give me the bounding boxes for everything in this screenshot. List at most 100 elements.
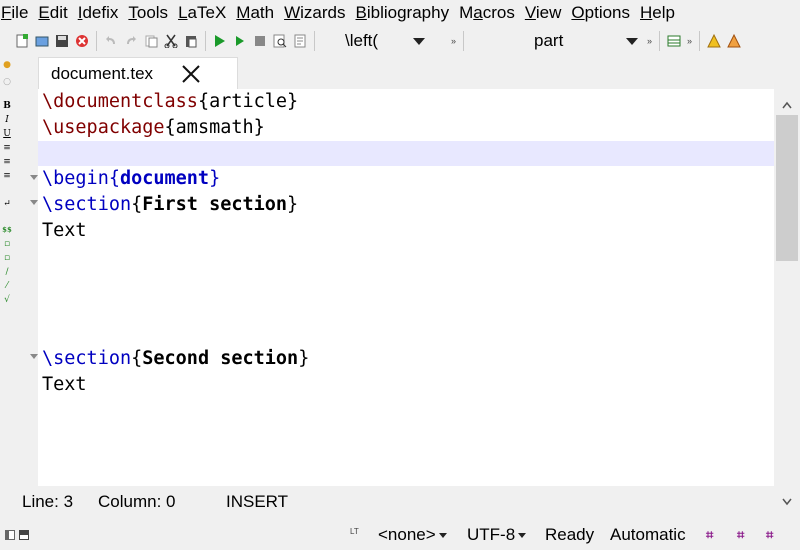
toggle-messages-icon[interactable] (18, 526, 30, 546)
dfrac-icon[interactable]: ⁄ (2, 281, 12, 291)
undo-icon[interactable] (103, 33, 119, 49)
toggle-structure-icon[interactable] (4, 526, 16, 546)
align-left-icon[interactable]: ≡ (2, 143, 12, 153)
bookmark-icon[interactable]: ⌗ (706, 527, 713, 543)
code-token: \usepackage (42, 116, 165, 138)
close-icon[interactable] (181, 64, 201, 84)
code-line[interactable]: Text (42, 218, 87, 243)
scroll-up-icon[interactable] (782, 96, 792, 109)
menu-tools[interactable]: Tools (123, 0, 173, 26)
copy-icon[interactable] (143, 33, 159, 49)
code-token: { (131, 348, 143, 369)
code-line[interactable]: \usepackage{amsmath} (42, 115, 265, 140)
code-token: {amsmath} (164, 116, 265, 138)
build-and-view-icon[interactable] (212, 33, 228, 49)
stop-icon[interactable] (252, 33, 268, 49)
bookmark-icon[interactable]: ⌗ (766, 527, 773, 543)
menu-options[interactable]: Options (566, 0, 635, 26)
close-file-icon[interactable] (74, 33, 90, 49)
structure-icon[interactable]: ● (2, 60, 12, 70)
encoding-selector[interactable]: UTF-8 (467, 525, 527, 545)
toolbar-separator (205, 31, 206, 51)
spell-language[interactable]: <none> (378, 525, 447, 545)
paste-icon[interactable] (183, 33, 199, 49)
tab-bar: document.tex (14, 55, 800, 89)
vertical-scrollbar[interactable] (774, 89, 800, 509)
fold-toggle-icon[interactable] (30, 200, 38, 205)
error-icon[interactable] (726, 33, 742, 49)
line-number: Line: 3 (22, 492, 74, 511)
menu-latex[interactable]: LaTeX (173, 0, 231, 26)
more-tools-icon[interactable]: » (451, 36, 456, 46)
structure-value: part (534, 31, 564, 50)
menu-wizards[interactable]: Wizards (279, 0, 350, 26)
more-tools-icon[interactable]: » (647, 36, 652, 46)
code-editor[interactable]: \documentclass{article} \usepackage{amsma… (14, 89, 774, 486)
menu-idefix[interactable]: Idefix (73, 0, 124, 26)
fold-toggle-icon[interactable] (30, 175, 38, 180)
code-token: } (298, 348, 310, 369)
toolbar-separator (699, 31, 701, 51)
subscript-icon[interactable]: ▫ (2, 239, 12, 249)
status-ready: Ready (545, 525, 595, 544)
menu-edit[interactable]: Edit (33, 0, 72, 26)
code-line[interactable]: \section{First section} (42, 192, 298, 217)
code-token: \section (42, 348, 132, 369)
menu-file[interactable]: File (0, 0, 33, 26)
math-mode-icon[interactable]: $$ (2, 225, 12, 235)
code-token: \section (42, 193, 132, 215)
bookmarks-icon[interactable]: ○ (2, 77, 12, 87)
toolbar-separator (96, 31, 97, 51)
cursor-position-bar: Line: 3 Column: 0 INSERT (14, 486, 774, 516)
save-icon[interactable] (54, 33, 70, 49)
code-line[interactable]: \begin{document} (42, 166, 220, 191)
fold-toggle-icon[interactable] (30, 354, 38, 359)
bold-icon[interactable]: B (2, 101, 12, 111)
code-token: document (119, 168, 210, 190)
scrollbar-thumb[interactable] (776, 115, 798, 261)
menu-math[interactable]: Math (231, 0, 279, 26)
menu-macros[interactable]: Macros (454, 0, 520, 26)
bookmark-icon[interactable]: ⌗ (737, 527, 744, 543)
italic-icon[interactable]: I (2, 115, 12, 125)
scroll-down-icon[interactable] (782, 493, 792, 506)
superscript-icon[interactable]: ▫ (2, 253, 12, 263)
code-token: \begin (42, 168, 109, 190)
tab-document[interactable]: document.tex (38, 57, 238, 89)
new-file-icon[interactable] (14, 33, 30, 49)
menu-bar: File Edit Idefix Tools LaTeX Math Wizards Bibli… (0, 0, 800, 26)
left-delimiter-combo[interactable]: \left( (319, 29, 431, 53)
menu-view[interactable]: View (520, 0, 567, 26)
encoding-value: UTF-8 (467, 525, 516, 544)
code-token: } (287, 193, 299, 215)
spell-language-value: <none> (378, 525, 436, 544)
chevron-down-icon (626, 37, 639, 45)
more-tools-icon[interactable]: » (687, 36, 692, 46)
code-token: First section (142, 193, 288, 215)
code-token: { (108, 168, 120, 190)
warning-icon[interactable] (706, 33, 722, 49)
redo-icon[interactable] (123, 33, 139, 49)
open-file-icon[interactable] (34, 33, 50, 49)
newline-icon[interactable]: ↵ (2, 199, 12, 209)
menu-bibliography[interactable]: Bibliography (351, 0, 455, 26)
cut-icon[interactable] (163, 33, 179, 49)
compile-mode[interactable]: Automatic (610, 525, 686, 545)
status-bar: LT <none> UTF-8 Ready Automatic ⌗ ⌗ ⌗ (0, 517, 800, 550)
sqrt-icon[interactable]: √ (2, 295, 12, 305)
log-icon[interactable] (292, 33, 308, 49)
fraction-icon[interactable]: ∕ (2, 267, 12, 277)
compile-icon[interactable] (232, 33, 248, 49)
code-token: } (209, 168, 221, 190)
view-icon[interactable] (272, 33, 288, 49)
code-line[interactable]: \section{Second section} (42, 346, 309, 371)
language-tool-icon[interactable]: LT (350, 527, 359, 536)
menu-help[interactable]: Help (635, 0, 680, 26)
code-line[interactable]: Text (42, 372, 87, 397)
structure-combo[interactable]: part (468, 29, 644, 53)
code-line[interactable]: \documentclass{article} (42, 89, 298, 114)
align-center-icon[interactable]: ≡ (2, 157, 12, 167)
align-right-icon[interactable]: ≡ (2, 171, 12, 181)
table-icon[interactable] (666, 33, 682, 49)
underline-icon[interactable]: U (2, 129, 12, 139)
